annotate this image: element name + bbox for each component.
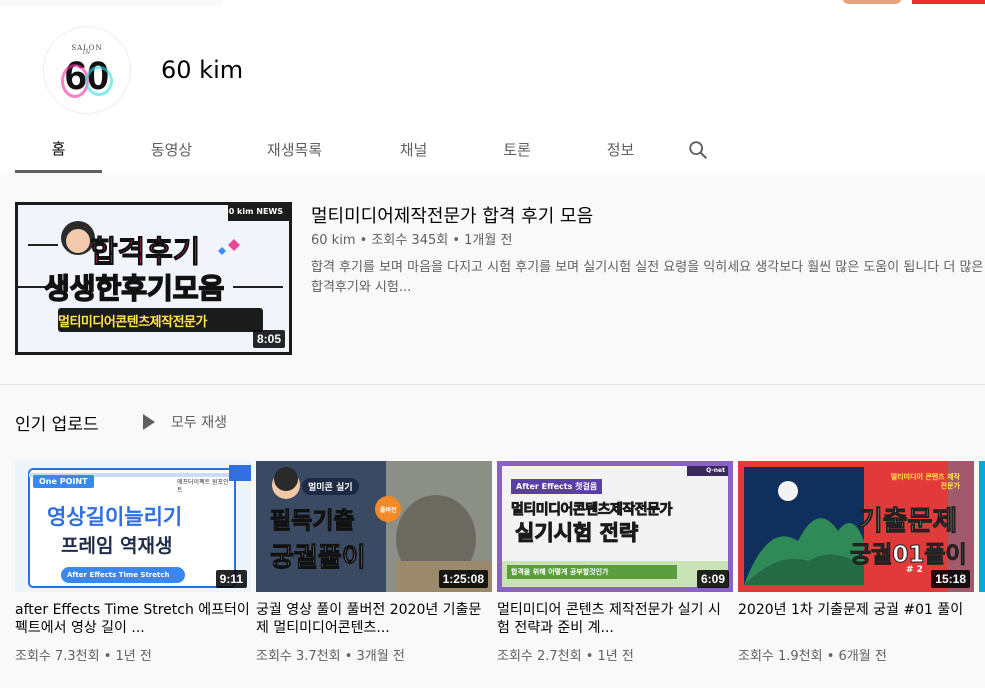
thumb-sub: # 2 [906, 565, 923, 575]
video-duration: 15:18 [931, 570, 970, 588]
tab-label: 재생목록 [266, 141, 323, 159]
channel-avatar[interactable]: SALON IN 60 [43, 26, 131, 114]
avatar-logo-number: 60 [60, 54, 113, 98]
featured-thumbnail[interactable]: 60 kim NEWS 합격후기 생생한후기모음 멀티미디어콘텐츠제작전문가 8… [15, 202, 292, 355]
thumb-tag: One POINT [33, 475, 94, 488]
thumb-tag: 멀티미디어 콘텐츠 제작 전문가 [890, 473, 960, 490]
featured-meta: 60 kim • 조회수 345회 • 1개월 전 [311, 233, 513, 248]
featured-thumb-line1: 합격후기 [89, 235, 201, 271]
thumb-line1: 영상길이늘리기 [47, 505, 183, 529]
video-thumbnail[interactable]: 멀미콘 실기 풀버전 필독기출 궁궐풀이 1:25:08 [256, 461, 492, 592]
thumb-line2: 궁궐01풀이 [850, 542, 968, 569]
thumb-side: 풀버전 [380, 507, 397, 514]
video-duration: 6:09 [696, 570, 729, 588]
video-card[interactable]: 멀미콘 실기 풀버전 필독기출 궁궐풀이 1:25:08 궁궐 영상 풀이 풀버… [256, 461, 492, 664]
video-card[interactable]: 멀티미디어 콘텐츠 제작 전문가 기출문제 궁궐01풀이 # 2 15:18 2… [738, 461, 974, 664]
video-thumbnail[interactable]: 멀티미디어 콘텐츠 제작 전문가 기출문제 궁궐01풀이 # 2 15:18 [738, 461, 974, 592]
video-thumbnail[interactable] [979, 461, 985, 592]
banner-shape [912, 0, 985, 4]
tab-label: 홈 [51, 139, 66, 158]
tab-videos[interactable]: 동영상 [110, 126, 233, 173]
video-thumbnail[interactable]: After Effects 첫걸음 Q-net 멀티미디어콘텐츠제작전문가 실기… [497, 461, 733, 592]
video-meta: 조회수 2.7천회 • 1년 전 [497, 649, 634, 664]
tab-label: 정보 [606, 141, 635, 159]
thumb-tag: 멀미콘 실기 [302, 478, 359, 495]
section-divider [0, 384, 985, 385]
channel-name: 60 kim [161, 56, 244, 84]
video-card[interactable]: One POINT 에프터이펙트 원포인트 영상길이늘리기 프레임 역재생 Af… [15, 461, 251, 664]
thumb-line2: 프레임 역재생 [61, 535, 173, 557]
video-card-partial[interactable] [979, 461, 985, 592]
video-grid: One POINT 에프터이펙트 원포인트 영상길이늘리기 프레임 역재생 Af… [15, 461, 985, 688]
channel-tabs: 홈 동영상 재생목록 채널 토론 정보 [15, 126, 718, 173]
thumb-line1: 멀티미디어콘텐츠제작전문가 [511, 502, 673, 519]
video-meta: 조회수 1.9천회 • 6개월 전 [738, 649, 887, 664]
video-card[interactable]: After Effects 첫걸음 Q-net 멀티미디어콘텐츠제작전문가 실기… [497, 461, 733, 664]
play-icon [143, 414, 155, 430]
thumb-tag: After Effects 첫걸음 [511, 479, 603, 494]
banner-shape [842, 0, 902, 4]
featured-thumb-line3: 멀티미디어콘텐츠제작전문가 [58, 315, 207, 330]
video-duration: 9:11 [215, 570, 247, 588]
thumb-line1: 필독기출 [270, 508, 356, 535]
thumb-side: 에프터이펙트 원포인트 [177, 479, 229, 494]
featured-video[interactable]: 60 kim NEWS 합격후기 생생한후기모음 멀티미디어콘텐츠제작전문가 8… [15, 202, 985, 356]
thumb-sub: 합격을 위해 어떻게 공부할것인가 [511, 568, 609, 576]
tab-label: 채널 [399, 141, 428, 159]
tab-channels[interactable]: 채널 [356, 126, 471, 173]
play-all-label: 모두 재생 [171, 415, 227, 431]
video-title[interactable]: 멀티미디어 콘텐츠 제작전문가 실기 시험 전략과 준비 계... [497, 601, 733, 637]
video-title[interactable]: after Effects Time Stretch 에프터이펙트에서 영상 길… [15, 601, 251, 637]
video-meta: 조회수 7.3천회 • 1년 전 [15, 649, 152, 664]
tab-label: 동영상 [150, 141, 193, 159]
shelf-title[interactable]: 인기 업로드 [15, 410, 99, 435]
featured-thumb-line2: 생생한후기모음 [43, 271, 225, 306]
video-duration: 1:25:08 [438, 570, 488, 588]
video-meta: 조회수 3.7천회 • 3개월 전 [256, 649, 405, 664]
tab-discussion[interactable]: 토론 [471, 126, 563, 173]
video-thumbnail[interactable]: One POINT 에프터이펙트 원포인트 영상길이늘리기 프레임 역재생 Af… [15, 461, 251, 592]
video-duration: 8:05 [252, 330, 285, 348]
featured-description: 합격 후기를 보며 마음을 다지고 시험 후기를 보며 실기시험 실전 요령을 … [311, 260, 984, 295]
thumb-sub: After Effects Time Stretch [67, 571, 170, 579]
thumb-line1: 기출문제 [857, 506, 958, 538]
thumb-side: Q-net [706, 467, 725, 474]
featured-title[interactable]: 멀티미디어제작전문가 합격 후기 모음 [311, 202, 593, 228]
channel-search-button[interactable] [678, 126, 718, 173]
thumb-line2: 실기시험 전략 [514, 521, 639, 546]
tab-label: 토론 [503, 141, 531, 159]
search-icon [689, 140, 707, 159]
tab-home[interactable]: 홈 [15, 126, 102, 173]
play-all-button[interactable]: 모두 재생 [143, 410, 227, 434]
tab-about[interactable]: 정보 [563, 126, 678, 173]
video-title[interactable]: 2020년 1차 기출문제 궁궐 #01 풀이 [738, 601, 974, 637]
featured-thumb-badge: 60 kim NEWS [223, 207, 283, 216]
channel-header: SALON IN 60 60 kim 홈 동영상 재생목록 채널 토론 정보 [0, 6, 985, 173]
thumb-line2: 궁궐풀이 [270, 543, 367, 574]
tab-playlists[interactable]: 재생목록 [233, 126, 356, 173]
video-title[interactable]: 궁궐 영상 풀이 풀버전 2020년 기출문제 멀티미디어콘텐츠... [256, 601, 492, 637]
